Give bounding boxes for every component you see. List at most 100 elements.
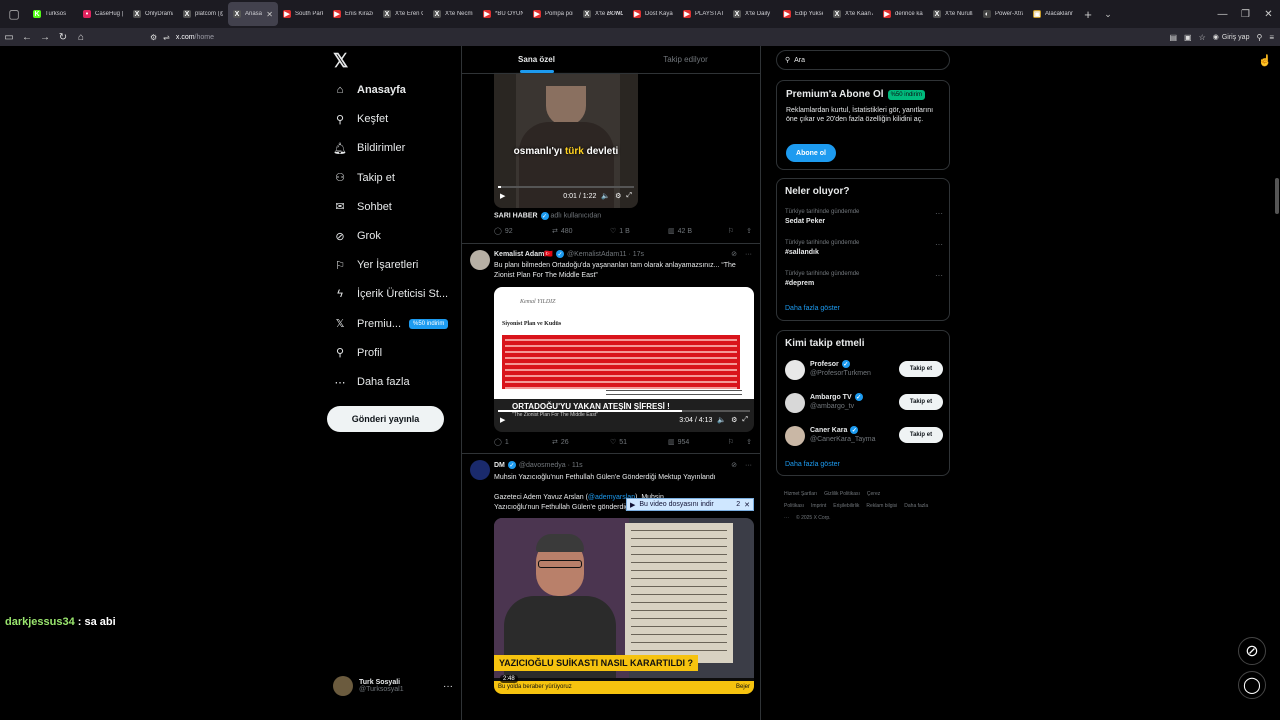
grok-fab-button[interactable]: ⊘ xyxy=(1238,637,1266,665)
app-menu-icon[interactable]: ≡ xyxy=(1269,33,1274,42)
bookmark-icon[interactable]: ⚐ xyxy=(728,438,734,446)
sidebar-item-grok[interactable]: ⊘ Grok xyxy=(332,226,380,246)
browser-tab[interactable]: X X'te Necmi xyxy=(428,2,478,26)
trends-show-more[interactable]: Daha fazla göster xyxy=(785,305,840,312)
tab-following[interactable]: Takip edilyor xyxy=(611,46,760,73)
download-video-popup[interactable]: ▶ Bu video dosyasını indir 2 ✕ xyxy=(626,498,754,511)
sidebar-item-premiu-[interactable]: 𝕏 Premiu... %50 indirim xyxy=(332,314,449,334)
tweet1-video[interactable]: osmanlı'yı türk devleti ▶ 0:01 / 1:22 🔈 … xyxy=(494,72,638,208)
more-icon[interactable]: ··· xyxy=(745,462,752,469)
footer-link[interactable]: Imprint xyxy=(811,503,826,509)
who-show-more[interactable]: Daha fazla göster xyxy=(785,461,840,468)
views-button[interactable]: ▥ 954 xyxy=(668,438,726,447)
close-window-button[interactable]: ✕ xyxy=(1257,0,1280,28)
browser-tab[interactable]: ▶ *BU OYUN xyxy=(478,2,528,26)
browser-tab[interactable]: K Turksos xyxy=(28,2,78,26)
sidebar-item-anasayfa[interactable]: ⌂ Anasayfa xyxy=(332,80,406,100)
sidebar-item-profil[interactable]: ⚲ Profil xyxy=(332,343,382,363)
play-icon[interactable]: ▶ xyxy=(500,416,505,424)
volume-icon[interactable]: 🔈 xyxy=(717,416,726,424)
x-logo-icon[interactable]: 𝕏 xyxy=(333,52,353,72)
more-icon[interactable]: ··· xyxy=(745,251,752,258)
suggested-name[interactable]: Ambargo TV ✓ xyxy=(810,393,863,401)
sidebar-item-i-çerik-üreticisi-st-[interactable]: ϟ İçerik Üreticisi St... xyxy=(332,284,448,304)
sidebar-item-keşfet[interactable]: ⚲ Keşfet xyxy=(332,109,388,129)
suggested-name[interactable]: Caner Kara ✓ xyxy=(810,426,859,434)
suggested-name[interactable]: Profesor ✓ xyxy=(810,360,850,368)
tweet2-video[interactable]: Kemal YILDIZ Siyonist Plan ve Kudüs ORTA… xyxy=(494,287,754,432)
like-button[interactable]: ♡ 1 B xyxy=(610,227,668,236)
browser-tab[interactable]: • CaseHug | C xyxy=(78,2,128,26)
browser-tab[interactable]: X X'te 𝑩𝑶𝑵𝑼𝑺 xyxy=(578,2,628,26)
search-input[interactable]: ⚲ Ara xyxy=(776,50,950,70)
suggested-account[interactable]: Profesor ✓ @ProfesorTurkmen Takip et xyxy=(785,359,943,381)
browser-tab[interactable]: X Anasayfa✕ xyxy=(228,2,278,26)
close-icon[interactable]: ✕ xyxy=(744,501,750,509)
tab-overview-icon[interactable]: ▢ xyxy=(0,0,28,28)
footer-link[interactable]: © 2025 X Corp. xyxy=(796,515,831,521)
browser-tab[interactable]: ▶ Pompa port xyxy=(528,2,578,26)
avatar[interactable] xyxy=(785,360,805,380)
url-text[interactable]: x.com/home xyxy=(176,34,214,41)
bookmark-star-icon[interactable]: ☆ xyxy=(1199,33,1206,42)
sidebar-item-takip-et[interactable]: ⚇ Takip et xyxy=(332,168,395,188)
pip-icon[interactable]: ▣ xyxy=(1184,33,1192,42)
settings-icon[interactable]: ⚙ xyxy=(731,416,737,424)
reload-button[interactable]: ↻ xyxy=(54,32,72,43)
back-button[interactable]: ← xyxy=(18,32,36,43)
grok-icon[interactable]: ⊘ xyxy=(731,250,737,258)
browser-tab[interactable]: ◐ Power-Xtra xyxy=(978,2,1028,26)
suggested-account[interactable]: Caner Kara ✓ @CanerKara_Tayma Takip et xyxy=(785,425,943,447)
sidebar-item-daha-fazla[interactable]: ⋯ Daha fazla xyxy=(332,372,410,392)
like-button[interactable]: ♡ 51 xyxy=(610,438,668,447)
forward-button[interactable]: → xyxy=(36,32,54,43)
fullscreen-icon[interactable]: ⤢ xyxy=(742,416,748,424)
trend-item[interactable]: Türkiye tarihinde gündemde Sedat Peker ··· xyxy=(785,209,943,225)
trend-item[interactable]: Türkiye tarihinde gündemde #sallandık ··· xyxy=(785,240,943,256)
more-icon[interactable]: ··· xyxy=(935,271,943,280)
reply-button[interactable]: ◯ 1 xyxy=(494,438,552,447)
tweet-author-handle[interactable]: @KemalistAdam11 · 17s xyxy=(567,251,644,258)
grok-icon[interactable]: ⊘ xyxy=(731,461,737,469)
trend-item[interactable]: Türkiye tarihinde gündemde #deprem ··· xyxy=(785,271,943,287)
share-icon[interactable]: ⇪ xyxy=(746,227,752,235)
reader-view-icon[interactable]: ▤ xyxy=(1169,33,1177,42)
retweet-button[interactable]: ⇄ 480 xyxy=(552,227,610,236)
permissions-icon[interactable]: ⇌ xyxy=(163,33,170,42)
post-button[interactable]: Gönderi yayınla xyxy=(327,406,444,432)
extensions-icon[interactable]: ⚲ xyxy=(1256,33,1262,42)
more-icon[interactable]: ··· xyxy=(443,681,453,692)
minimize-button[interactable]: — xyxy=(1211,0,1234,28)
play-icon[interactable]: ▶ xyxy=(500,192,505,200)
page-scrollbar[interactable] xyxy=(1275,178,1279,214)
browser-tab[interactable]: X X'te Daily T xyxy=(728,2,778,26)
suggested-account[interactable]: Ambargo TV ✓ @ambargo_tv Takip et xyxy=(785,392,943,414)
reply-button[interactable]: ◯ 92 xyxy=(494,227,552,236)
close-tab-icon[interactable]: ✕ xyxy=(266,10,273,19)
settings-icon[interactable]: ⚙ xyxy=(615,192,621,200)
browser-tab[interactable]: Xplatcom (@ xyxy=(178,2,228,26)
more-icon[interactable]: ··· xyxy=(935,209,943,218)
sidebar-item-yer-i-şaretleri[interactable]: ⚐ Yer İşaretleri xyxy=(332,255,418,275)
footer-link[interactable]: Hizmet Şartları xyxy=(784,491,817,497)
browser-tab[interactable]: X X'te Nurulla xyxy=(928,2,978,26)
follow-button[interactable]: Takip et xyxy=(899,361,943,377)
tweet-author-name[interactable]: Kemalist Adam🇹🇷 xyxy=(494,250,553,258)
views-button[interactable]: ▥ 42 B xyxy=(668,227,726,236)
messages-fab-button[interactable]: ◯ xyxy=(1238,671,1266,699)
tab-list-chevron-icon[interactable]: ⌄ xyxy=(1098,9,1118,20)
bookmark-icon[interactable]: ⚐ xyxy=(728,227,734,235)
tweet-author-handle[interactable]: @davosmedya · 11s xyxy=(519,462,583,469)
address-bar[interactable]: ⚙ ⇌ x.com/home xyxy=(150,33,214,42)
follow-button[interactable]: Takip et xyxy=(899,394,943,410)
browser-tab[interactable]: ▶ Dost Kayac xyxy=(628,2,678,26)
sidebar-toggle-icon[interactable]: ▭ xyxy=(0,32,18,43)
browser-tab[interactable]: ▣ Alacaklann xyxy=(1028,2,1078,26)
sidebar-item-sohbet[interactable]: ✉ Sohbet xyxy=(332,197,391,217)
avatar[interactable] xyxy=(785,393,805,413)
video-progress-bar[interactable] xyxy=(498,410,750,412)
sidebar-item-bildirimler[interactable]: 🔔︎ Bildirimler xyxy=(332,138,405,158)
site-info-icon[interactable]: ⚙ xyxy=(150,33,157,42)
browser-tab[interactable]: ▶ South Park xyxy=(278,2,328,26)
avatar[interactable] xyxy=(785,426,805,446)
